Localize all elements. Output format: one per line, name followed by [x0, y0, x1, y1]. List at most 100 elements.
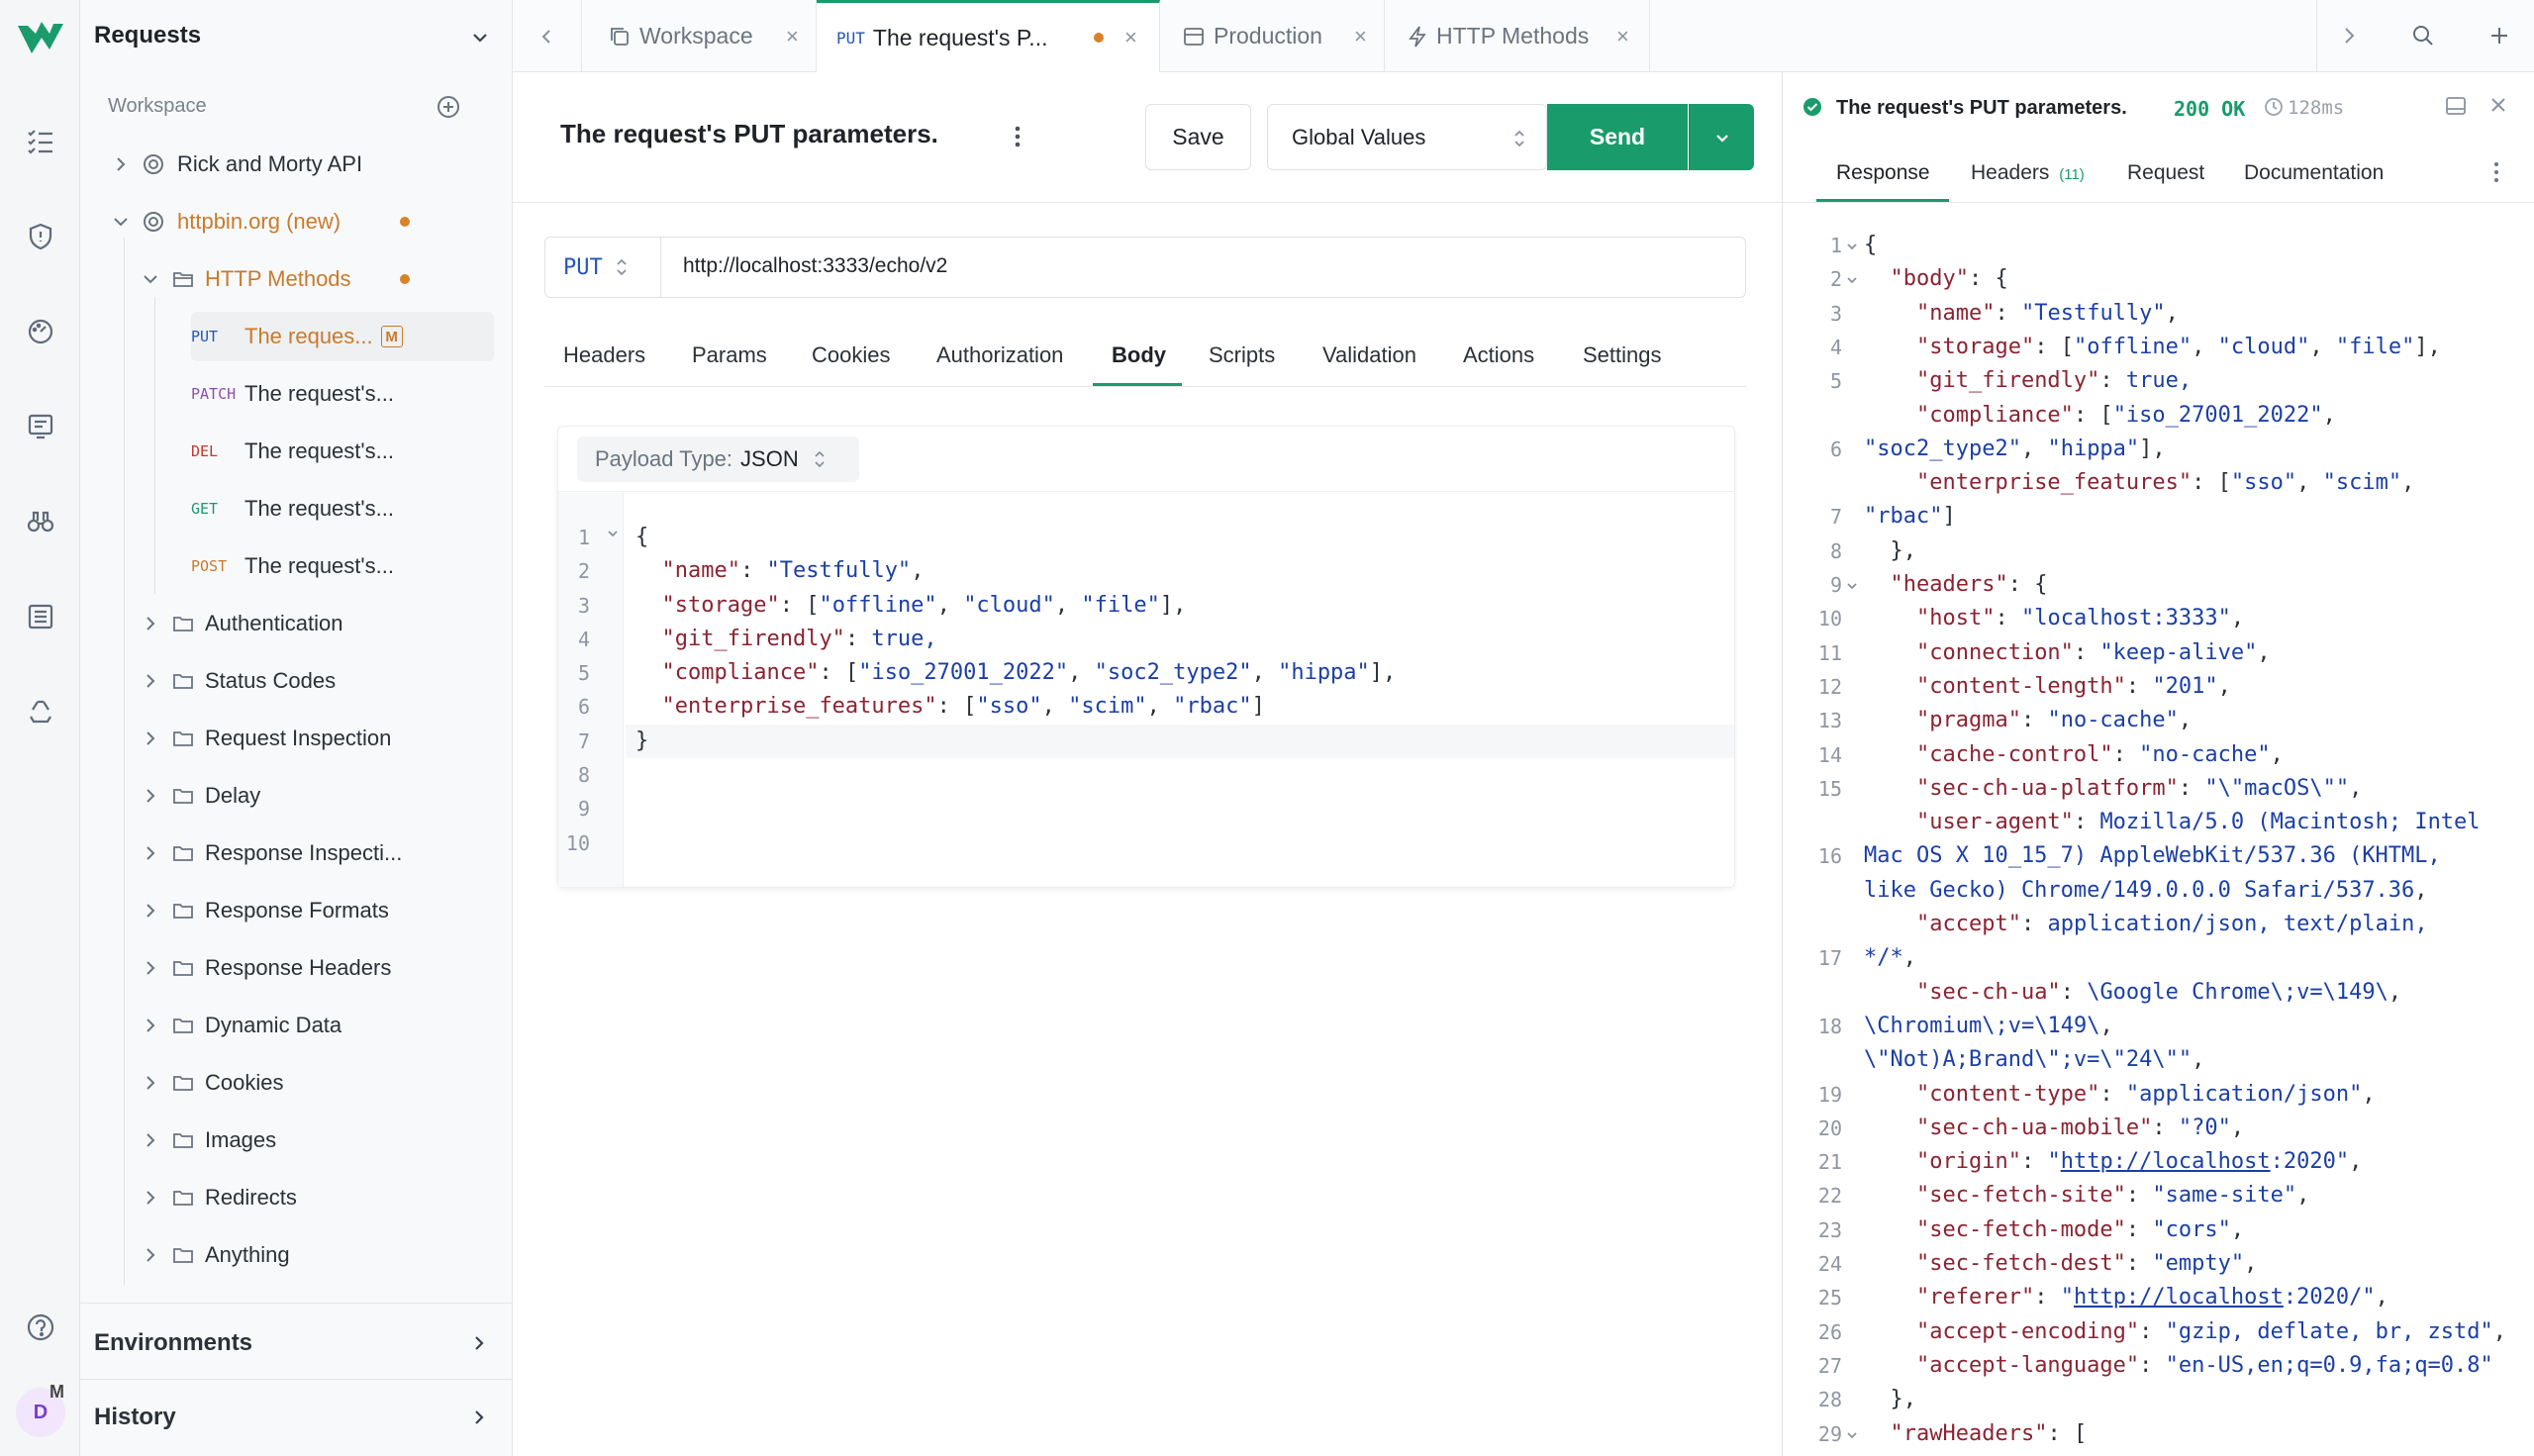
environments-section[interactable]: Environments: [80, 1318, 513, 1368]
sidebar-item-rick-and-morty[interactable]: Rick and Morty API: [80, 140, 513, 189]
monitor-icon[interactable]: [22, 313, 59, 350]
sidebar-item-get-request[interactable]: GET The request's...: [80, 484, 513, 534]
tab-workspace[interactable]: Workspace ×: [582, 0, 817, 72]
line-number: 12: [1817, 674, 1842, 699]
code-line: like Gecko) Chrome/149.0.0.0 Safari/537.…: [1783, 874, 2534, 908]
code-text: },: [1864, 1387, 1916, 1412]
tab-cookies[interactable]: Cookies: [812, 342, 890, 368]
sidebar-item-delete-request[interactable]: DEL The request's...: [80, 427, 513, 476]
folder-open-icon: [173, 272, 193, 287]
close-icon[interactable]: ×: [1616, 24, 1629, 49]
more-options-icon[interactable]: [1008, 123, 1027, 150]
tab-request[interactable]: Request: [2127, 161, 2204, 185]
sidebar-folder[interactable]: Redirects: [80, 1173, 513, 1222]
sidebar-item-label: Cookies: [205, 1070, 284, 1095]
method-select[interactable]: PUT: [545, 238, 661, 297]
environment-select[interactable]: Global Values: [1267, 104, 1547, 170]
fold-chevron-icon[interactable]: [1846, 274, 1858, 286]
method-badge: DEL: [191, 442, 219, 460]
sidebar-folder[interactable]: Images: [80, 1116, 513, 1165]
new-tab-icon[interactable]: [2487, 24, 2511, 48]
response-body-code[interactable]: 1{2 "body": {3 "name": "Testfully", 4 "st…: [1783, 229, 2534, 1456]
fold-chevron-icon[interactable]: [1846, 580, 1858, 592]
tab-scroll-right-icon[interactable]: [2339, 26, 2359, 46]
tab-settings[interactable]: Settings: [1583, 342, 1662, 368]
tab-documentation[interactable]: Documentation: [2244, 161, 2384, 185]
sidebar-folder[interactable]: Cookies: [80, 1058, 513, 1108]
sidebar-item-label: Response Headers: [205, 955, 392, 980]
sidebar-folder[interactable]: Dynamic Data: [80, 1001, 513, 1050]
send-button[interactable]: Send: [1547, 104, 1688, 170]
tab-response[interactable]: Response: [1836, 161, 1930, 185]
more-options-icon[interactable]: [2489, 159, 2503, 185]
sidebar-item-post-request[interactable]: POST The request's...: [80, 541, 513, 591]
code-line: {: [635, 525, 649, 549]
sidebar-folder[interactable]: Response Inspecti...: [80, 828, 513, 878]
tab-body[interactable]: Body: [1112, 342, 1166, 368]
tab-scripts[interactable]: Scripts: [1209, 342, 1275, 368]
tab-scroll-left-icon[interactable]: [513, 0, 582, 72]
sidebar-folder[interactable]: Status Codes: [80, 656, 513, 706]
request-title[interactable]: The request's PUT parameters.: [560, 119, 938, 149]
close-icon[interactable]: [2487, 94, 2509, 116]
send-options-button[interactable]: [1689, 104, 1754, 170]
sidebar-item-httpbin[interactable]: httpbin.org (new): [80, 197, 513, 246]
sidebar-item-label: Request Inspection: [205, 726, 392, 750]
tab-put-request[interactable]: PUT The request's P... ×: [817, 0, 1160, 72]
binoculars-icon[interactable]: [22, 503, 59, 540]
mock-server-icon[interactable]: [22, 408, 59, 445]
tab-validation[interactable]: Validation: [1322, 342, 1416, 368]
payload-type-select[interactable]: Payload Type: JSON: [577, 437, 859, 482]
close-icon[interactable]: ×: [1354, 24, 1367, 49]
sidebar-folder[interactable]: Anything: [80, 1230, 513, 1280]
code-line: "git_firendly": true,: [661, 626, 937, 651]
sidebar-item-patch-request[interactable]: PATCH The request's...: [80, 369, 513, 419]
code-line: 23 "sec-fetch-mode": "cors",: [1783, 1213, 2534, 1247]
chevron-down-icon[interactable]: [470, 28, 490, 48]
code-line: 17 */*,: [1783, 941, 2534, 975]
code-line: 20 "sec-ch-ua-mobile": "?0",: [1783, 1112, 2534, 1145]
sidebar-folder[interactable]: Request Inspection: [80, 714, 513, 763]
line-number: 4: [1829, 335, 1842, 359]
request-body-code[interactable]: { "name": "Testfully", "storage": ["offl…: [635, 521, 1396, 758]
shield-icon[interactable]: [22, 218, 59, 255]
fold-chevron-icon[interactable]: [606, 527, 620, 540]
tab-actions[interactable]: Actions: [1463, 342, 1534, 368]
method-badge: GET: [191, 500, 219, 518]
fold-chevron-icon[interactable]: [1846, 1429, 1858, 1441]
close-icon[interactable]: ×: [1124, 25, 1137, 50]
line-number: 5: [1829, 369, 1842, 394]
sidebar-folder[interactable]: Response Headers: [80, 943, 513, 993]
tab-production[interactable]: Production ×: [1160, 0, 1385, 72]
panel-layout-icon[interactable]: [2444, 94, 2468, 118]
recycle-icon[interactable]: [22, 693, 59, 730]
code-text: \"Not)A;Brand\";v=\"24\"",: [1864, 1047, 2205, 1073]
tab-label: HTTP Methods: [1436, 23, 1590, 49]
sidebar-folder[interactable]: Delay: [80, 771, 513, 821]
chevron-right-icon: [475, 1410, 484, 1424]
add-collection-icon[interactable]: [437, 95, 460, 119]
tab-authorization[interactable]: Authorization: [936, 342, 1063, 368]
tab-headers[interactable]: Headers: [563, 342, 645, 368]
search-icon[interactable]: [2411, 24, 2435, 48]
close-icon[interactable]: ×: [786, 24, 799, 49]
save-button[interactable]: Save: [1145, 104, 1251, 170]
tab-headers[interactable]: Headers (11): [1971, 161, 2085, 185]
response-tabs-divider: [1783, 202, 2534, 203]
sidebar-item-put-request[interactable]: PUT The reques... M: [191, 312, 494, 361]
tab-http-methods[interactable]: HTTP Methods ×: [1385, 0, 1650, 72]
sidebar-item-http-methods[interactable]: HTTP Methods: [80, 254, 513, 304]
sidebar-folder[interactable]: Response Formats: [80, 886, 513, 935]
fold-chevron-icon[interactable]: [1846, 241, 1858, 252]
help-icon[interactable]: [22, 1309, 59, 1346]
sidebar-folder[interactable]: Authentication: [80, 599, 513, 648]
tab-params[interactable]: Params: [692, 342, 767, 368]
requests-icon[interactable]: [22, 123, 59, 160]
code-text: like Gecko) Chrome/149.0.0.0 Safari/537.…: [1864, 877, 2428, 903]
chevron-right-icon: [146, 789, 155, 803]
sidebar-item-label: The request's...: [244, 496, 394, 521]
list-icon[interactable]: [22, 598, 59, 635]
folder-icon: [173, 731, 193, 746]
url-input[interactable]: http://localhost:3333/echo/v2: [683, 254, 947, 278]
history-section[interactable]: History: [80, 1393, 513, 1442]
